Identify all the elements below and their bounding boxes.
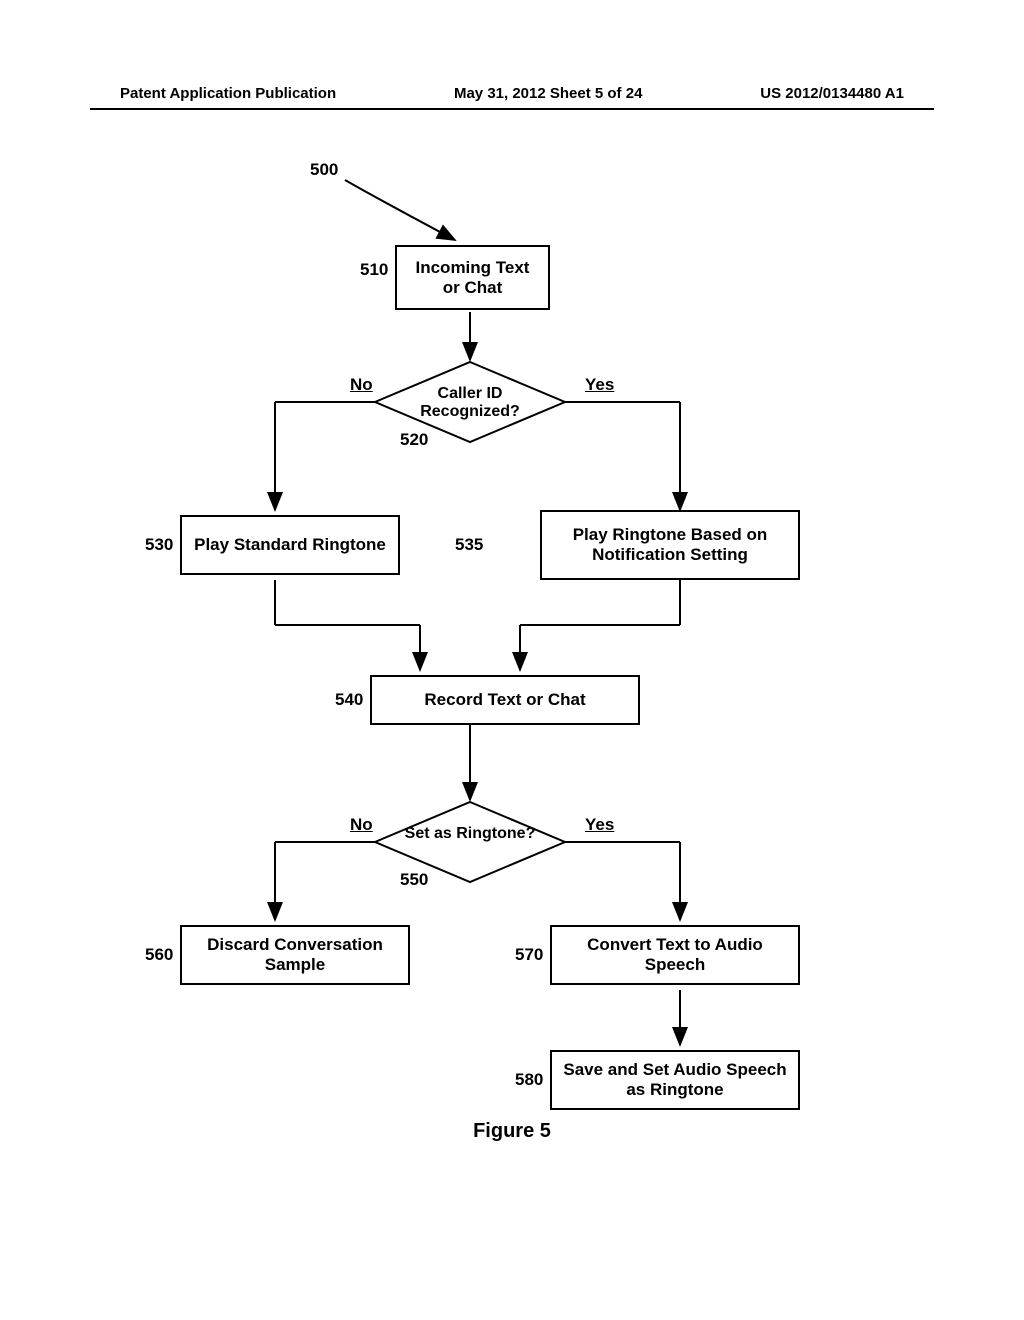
- box-discard-sample: Discard Conversation Sample: [180, 925, 410, 985]
- box-530-text: Play Standard Ringtone: [194, 535, 386, 555]
- figure-caption: Figure 5: [0, 1120, 1024, 1143]
- header-divider: [90, 108, 934, 110]
- label-yes-2: Yes: [585, 815, 614, 835]
- header-center: May 31, 2012 Sheet 5 of 24: [454, 85, 642, 102]
- box-play-notification: Play Ringtone Based on Notification Sett…: [540, 510, 800, 580]
- diamond-set-ringtone: Set as Ringtone?: [395, 825, 545, 843]
- box-save-set-audio: Save and Set Audio Speech as Ringtone: [550, 1050, 800, 1110]
- box-560-text: Discard Conversation Sample: [190, 935, 400, 975]
- box-570-text: Convert Text to Audio Speech: [560, 935, 790, 975]
- label-535: 535: [455, 535, 483, 555]
- diamond-550-text: Set as Ringtone?: [405, 825, 536, 842]
- label-540: 540: [335, 690, 363, 710]
- diamond-caller-id: Caller ID Recognized?: [395, 385, 545, 421]
- label-520: 520: [400, 430, 428, 450]
- label-530: 530: [145, 535, 173, 555]
- label-570: 570: [515, 945, 543, 965]
- box-580-text: Save and Set Audio Speech as Ringtone: [560, 1060, 790, 1100]
- box-incoming-text: Incoming Text or Chat: [395, 245, 550, 310]
- box-535-text: Play Ringtone Based on Notification Sett…: [550, 525, 790, 565]
- box-record-text: Record Text or Chat: [370, 675, 640, 725]
- label-510: 510: [360, 260, 388, 280]
- box-540-text: Record Text or Chat: [424, 690, 585, 710]
- box-convert-text: Convert Text to Audio Speech: [550, 925, 800, 985]
- label-yes-1: Yes: [585, 375, 614, 395]
- label-580: 580: [515, 1070, 543, 1090]
- flowchart-diagram: 500 Incoming Text or Chat 510 Caller ID …: [120, 150, 900, 1150]
- label-550: 550: [400, 870, 428, 890]
- label-no-1: No: [350, 375, 373, 395]
- label-no-2: No: [350, 815, 373, 835]
- box-510-text: Incoming Text or Chat: [405, 258, 540, 298]
- header-right: US 2012/0134480 A1: [760, 85, 904, 102]
- header-left: Patent Application Publication: [120, 85, 336, 102]
- diamond-520-text: Caller ID Recognized?: [420, 385, 520, 420]
- page-header: Patent Application Publication May 31, 2…: [0, 85, 1024, 102]
- box-play-standard: Play Standard Ringtone: [180, 515, 400, 575]
- label-500: 500: [310, 160, 338, 180]
- label-560: 560: [145, 945, 173, 965]
